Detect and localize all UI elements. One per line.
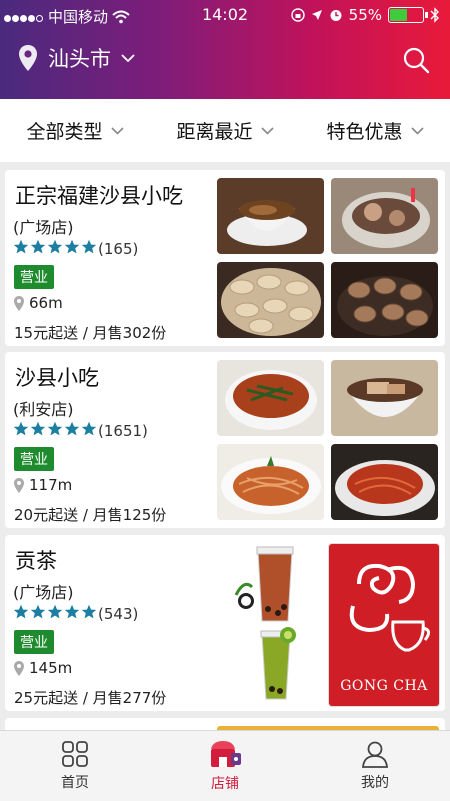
location-pin-icon xyxy=(14,660,24,676)
star-icon xyxy=(47,421,63,436)
gong-cha-logo: GONG CHA xyxy=(328,543,440,707)
bubble-tea-photo xyxy=(230,539,320,709)
tab-shops[interactable]: 店铺 xyxy=(150,731,300,801)
star-icon xyxy=(64,604,80,619)
shop-list: 正宗福建沙县小吃 (广场店) (165) 营业 66m 15元起送 / 月售30… xyxy=(0,162,450,730)
tab-home[interactable]: 首页 xyxy=(0,731,150,801)
filter-distance[interactable]: 距离最近 xyxy=(150,99,300,162)
chevron-down-icon xyxy=(410,126,424,135)
shop-branch: (广场店) xyxy=(13,218,74,237)
alarm-icon xyxy=(330,10,342,21)
tab-shops-label: 店铺 xyxy=(211,776,239,792)
star-icon xyxy=(13,239,29,254)
star-icon xyxy=(47,239,63,254)
star-icon xyxy=(81,421,97,436)
tab-profile-label: 我的 xyxy=(361,775,389,791)
shop-sales: 25元起送 / 月售277份 xyxy=(14,689,167,707)
status-badge: 营业 xyxy=(14,265,54,289)
star-icon xyxy=(64,421,80,436)
status-badge: 营业 xyxy=(14,630,54,654)
distance-value: 66m xyxy=(29,294,63,312)
home-grid-icon xyxy=(62,741,88,767)
food-photo xyxy=(217,444,324,520)
shop-name: 贡茶 xyxy=(15,549,57,573)
star-icon xyxy=(13,421,29,436)
star-rating-icon xyxy=(13,421,98,441)
location-pin-icon xyxy=(14,295,24,311)
star-icon xyxy=(13,604,29,619)
shop-branch: (利安店) xyxy=(13,400,74,419)
battery-icon xyxy=(388,7,428,23)
user-icon xyxy=(362,741,388,768)
shop-name: 沙县小吃 xyxy=(15,366,99,390)
star-icon xyxy=(47,604,63,619)
shop-distance: 145m xyxy=(13,659,72,677)
star-icon xyxy=(81,604,97,619)
shop-distance: 66m xyxy=(13,294,63,312)
status-badge: 营业 xyxy=(14,447,54,471)
location-pin-icon xyxy=(14,477,24,493)
filter-bar: 全部类型 距离最近 特色优惠 xyxy=(0,99,450,162)
header: 中国移动 14:02 55% 汕头市 xyxy=(0,0,450,99)
tab-home-label: 首页 xyxy=(61,775,89,791)
shop-rating: (1651) xyxy=(13,421,148,441)
food-photo xyxy=(331,444,438,520)
food-photo xyxy=(217,178,324,254)
filter-discount-label: 特色优惠 xyxy=(326,121,403,143)
food-photo xyxy=(217,262,324,338)
shop-sales: 20元起送 / 月售125份 xyxy=(14,506,167,524)
shop-rating: (165) xyxy=(13,239,138,259)
food-photo xyxy=(331,360,438,436)
shop-card[interactable]: 正宗福建沙县小吃 (广场店) (165) 营业 66m 15元起送 / 月售30… xyxy=(5,170,445,346)
chevron-down-icon xyxy=(260,126,274,135)
star-icon xyxy=(30,604,46,619)
shop-rating: (543) xyxy=(13,604,138,624)
filter-type[interactable]: 全部类型 xyxy=(0,99,150,162)
filter-type-label: 全部类型 xyxy=(26,121,103,143)
shop-card[interactable] xyxy=(5,718,445,730)
shop-card[interactable]: 沙县小吃 (利安店) (1651) 营业 117m 20元起送 / 月售125份 xyxy=(5,352,445,528)
star-rating-icon xyxy=(13,239,98,259)
review-count: (543) xyxy=(98,605,139,623)
star-icon xyxy=(64,239,80,254)
search-icon[interactable] xyxy=(402,46,430,74)
food-photo xyxy=(331,178,438,254)
distance-value: 145m xyxy=(29,659,73,677)
shop-distance: 117m xyxy=(13,476,72,494)
filter-distance-label: 距离最近 xyxy=(176,121,253,143)
shop-sales: 15元起送 / 月售302份 xyxy=(14,324,167,342)
star-rating-icon xyxy=(13,604,98,624)
chevron-down-icon xyxy=(110,126,124,135)
food-photo xyxy=(331,262,438,338)
star-icon xyxy=(81,239,97,254)
tab-bar: 首页 店铺 我的 xyxy=(0,730,450,801)
battery-percent: 55% xyxy=(348,6,382,24)
bluetooth-icon xyxy=(430,7,439,23)
lock-rotation-icon xyxy=(290,8,305,22)
tab-profile[interactable]: 我的 xyxy=(300,731,450,801)
city-selector[interactable]: 汕头市 xyxy=(18,43,135,73)
food-photo xyxy=(217,360,324,436)
chevron-down-icon xyxy=(121,54,135,62)
distance-value: 117m xyxy=(29,476,73,494)
star-icon xyxy=(30,421,46,436)
location-pin-icon xyxy=(19,45,37,71)
star-icon xyxy=(30,239,46,254)
shop-branch: (广场店) xyxy=(13,583,74,602)
shop-name: 正宗福建沙县小吃 xyxy=(15,184,183,208)
logo-text: GONG CHA xyxy=(340,678,428,694)
status-bar: 中国移动 14:02 55% xyxy=(0,0,450,30)
review-count: (1651) xyxy=(98,422,148,440)
shop-card[interactable]: 贡茶 (广场店) (543) 营业 145m 25元起送 / 月售277份 GO… xyxy=(5,535,445,711)
city-name: 汕头市 xyxy=(48,47,111,71)
filter-discount[interactable]: 特色优惠 xyxy=(300,99,450,162)
location-arrow-icon xyxy=(311,10,322,20)
shop-icon xyxy=(211,741,241,767)
review-count: (165) xyxy=(98,240,139,258)
